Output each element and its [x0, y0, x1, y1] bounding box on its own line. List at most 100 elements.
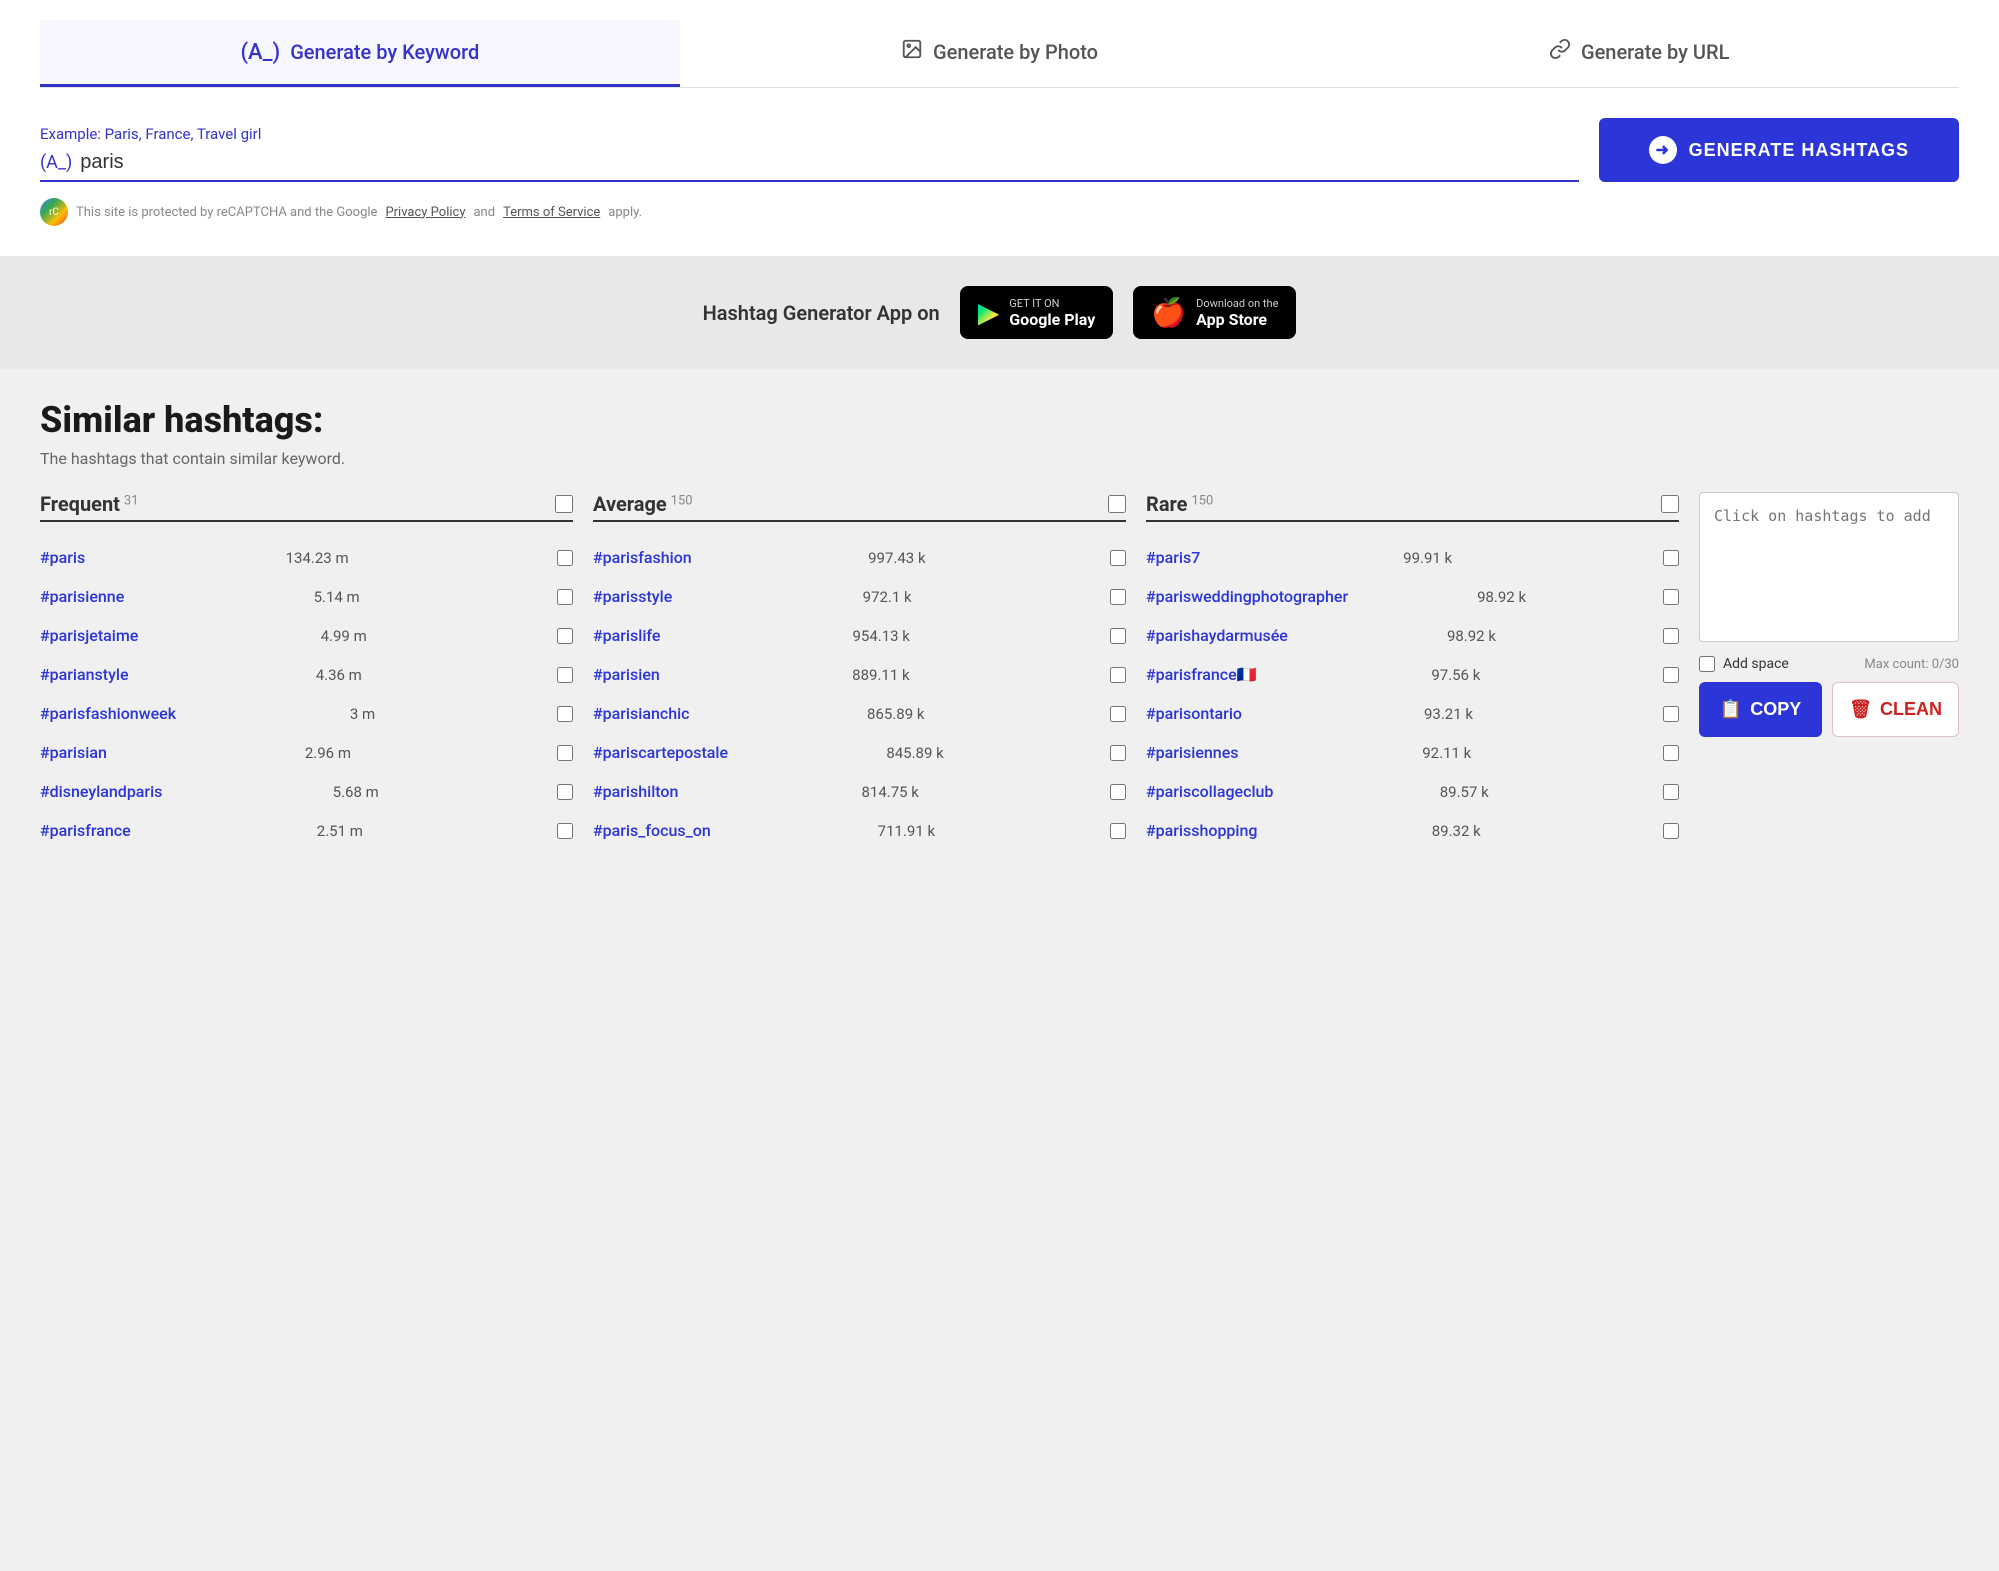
hashtag-checkbox[interactable]: [1110, 745, 1126, 761]
hashtag-checkbox[interactable]: [1663, 745, 1679, 761]
hashtag-link[interactable]: #pariscartepostale: [593, 743, 728, 762]
hashtag-count: 98.92 k: [1447, 627, 1496, 645]
hashtag-link[interactable]: #parianstyle: [40, 665, 129, 684]
hashtag-link[interactable]: #parisshopping: [1146, 821, 1257, 840]
table-row: #parishaydarmusée 98.92 k: [1146, 616, 1679, 655]
generate-button-label: GENERATE HASHTAGS: [1689, 140, 1909, 161]
hashtag-checkbox[interactable]: [1110, 550, 1126, 566]
hashtag-checkbox[interactable]: [1663, 589, 1679, 605]
table-row: #paris 134.23 m: [40, 538, 573, 577]
hashtag-count: 99.91 k: [1403, 549, 1452, 567]
hashtag-checkbox[interactable]: [1663, 550, 1679, 566]
hashtag-count: 93.21 k: [1424, 705, 1473, 723]
hashtag-link[interactable]: #paris: [40, 548, 85, 567]
hashtag-checkbox[interactable]: [557, 745, 573, 761]
average-rows: #parisfashion 997.43 k #parisstyle 972.1…: [593, 538, 1126, 850]
hashtag-count: 2.51 m: [317, 822, 363, 840]
average-select-all-checkbox[interactable]: [1108, 495, 1126, 513]
hashtag-checkbox[interactable]: [1110, 784, 1126, 800]
hashtag-checkbox[interactable]: [1663, 667, 1679, 683]
hashtag-link[interactable]: #parislife: [593, 626, 660, 645]
hashtag-link[interactable]: #parisienne: [40, 587, 124, 606]
hashtag-link[interactable]: #parisontario: [1146, 704, 1242, 723]
tab-url[interactable]: Generate by URL: [1319, 20, 1959, 87]
hashtag-link[interactable]: #parisien: [593, 665, 660, 684]
clean-button[interactable]: 🗑 CLEAN: [1832, 682, 1959, 737]
hashtag-link[interactable]: #paris_focus_on: [593, 821, 711, 840]
hashtag-link[interactable]: #paris7: [1146, 548, 1200, 567]
keyword-input-icon: (A_): [40, 152, 72, 173]
hashtag-count: 997.43 k: [868, 549, 925, 567]
hashtag-link[interactable]: #parisianchic: [593, 704, 690, 723]
hashtag-link[interactable]: #parisfashion: [593, 548, 692, 567]
hashtag-checkbox[interactable]: [557, 550, 573, 566]
hashtag-checkbox[interactable]: [1110, 628, 1126, 644]
copy-button[interactable]: 📋 COPY: [1699, 682, 1822, 737]
hashtag-checkbox[interactable]: [557, 589, 573, 605]
google-play-icon: ▶: [978, 296, 1000, 329]
tab-photo[interactable]: Generate by Photo: [680, 20, 1320, 87]
hashtag-checkbox[interactable]: [557, 667, 573, 683]
hashtag-checkbox[interactable]: [1110, 667, 1126, 683]
hashtag-checkbox[interactable]: [1663, 784, 1679, 800]
table-row: #parislife 954.13 k: [593, 616, 1126, 655]
frequent-select-all-checkbox[interactable]: [555, 495, 573, 513]
photo-icon: [901, 38, 923, 66]
hashtag-link[interactable]: #parisfrance: [40, 821, 131, 840]
hashtag-checkbox[interactable]: [1663, 628, 1679, 644]
top-section: (A_) Generate by Keyword Generate by Pho…: [0, 0, 1999, 256]
sidebar: Add space Max count: 0/30 📋 COPY 🗑 CLEAN: [1699, 492, 1959, 850]
table-row: #parisstyle 972.1 k: [593, 577, 1126, 616]
generate-arrow-icon: ➜: [1649, 136, 1677, 164]
hashtag-textarea[interactable]: [1699, 492, 1959, 642]
hashtag-checkbox[interactable]: [1663, 706, 1679, 722]
add-space-label: Add space: [1723, 656, 1789, 672]
hashtag-link[interactable]: #pariscollageclub: [1146, 782, 1273, 801]
app-banner: Hashtag Generator App on ▶ GET IT ON Goo…: [0, 256, 1999, 369]
hashtag-link[interactable]: #parisjetaime: [40, 626, 138, 645]
hashtag-checkbox[interactable]: [557, 628, 573, 644]
rare-rows: #paris7 99.91 k #parisweddingphotographe…: [1146, 538, 1679, 850]
table-row: #parishilton 814.75 k: [593, 772, 1126, 811]
hashtag-count: 89.32 k: [1432, 822, 1481, 840]
trash-icon: 🗑: [1849, 699, 1872, 720]
privacy-policy-link[interactable]: Privacy Policy: [385, 205, 465, 220]
hashtag-link[interactable]: #parishilton: [593, 782, 678, 801]
hashtag-checkbox[interactable]: [557, 784, 573, 800]
hashtag-checkbox[interactable]: [557, 706, 573, 722]
tab-keyword-label: Generate by Keyword: [290, 40, 479, 64]
tab-keyword[interactable]: (A_) Generate by Keyword: [40, 20, 680, 87]
hashtag-columns: Frequent 31 #paris 134.23 m #parisienne …: [40, 492, 1679, 850]
table-row: #disneylandparis 5.68 m: [40, 772, 573, 811]
google-play-button[interactable]: ▶ GET IT ON Google Play: [960, 286, 1114, 339]
average-column: Average 150 #parisfashion 997.43 k #pari…: [593, 492, 1126, 850]
rare-header: Rare 150: [1146, 492, 1679, 516]
hashtag-link[interactable]: #parishaydarmusée: [1146, 626, 1288, 645]
hashtag-link[interactable]: #parisfrance🇫🇷: [1146, 665, 1257, 684]
input-section: Example: Paris, France, Travel girl (A_)…: [40, 118, 1959, 182]
app-store-button[interactable]: 🍎 Download on the App Store: [1133, 286, 1296, 339]
generate-hashtags-button[interactable]: ➜ GENERATE HASHTAGS: [1599, 118, 1959, 182]
hashtag-checkbox[interactable]: [1110, 706, 1126, 722]
hashtag-link[interactable]: #parisweddingphotographer: [1146, 587, 1348, 606]
hashtag-link[interactable]: #parisiennes: [1146, 743, 1239, 762]
keyword-input[interactable]: [80, 151, 1578, 174]
hashtag-count: 814.75 k: [861, 783, 918, 801]
hashtag-link[interactable]: #parisfashionweek: [40, 704, 176, 723]
app-store-sub: Download on the: [1196, 297, 1278, 310]
hashtag-checkbox[interactable]: [557, 823, 573, 839]
add-space-checkbox[interactable]: [1699, 656, 1715, 672]
hashtag-checkbox[interactable]: [1663, 823, 1679, 839]
recaptcha-logo: rC: [40, 198, 68, 226]
hashtag-link[interactable]: #disneylandparis: [40, 782, 162, 801]
hashtag-checkbox[interactable]: [1110, 589, 1126, 605]
hashtag-link[interactable]: #parisian: [40, 743, 107, 762]
hashtag-count: 134.23 m: [286, 549, 349, 567]
hashtag-count: 97.56 k: [1431, 666, 1480, 684]
hashtag-count: 92.11 k: [1422, 744, 1471, 762]
terms-of-service-link[interactable]: Terms of Service: [503, 205, 600, 220]
hashtag-checkbox[interactable]: [1110, 823, 1126, 839]
table-row: #parisian 2.96 m: [40, 733, 573, 772]
hashtag-link[interactable]: #parisstyle: [593, 587, 672, 606]
rare-select-all-checkbox[interactable]: [1661, 495, 1679, 513]
